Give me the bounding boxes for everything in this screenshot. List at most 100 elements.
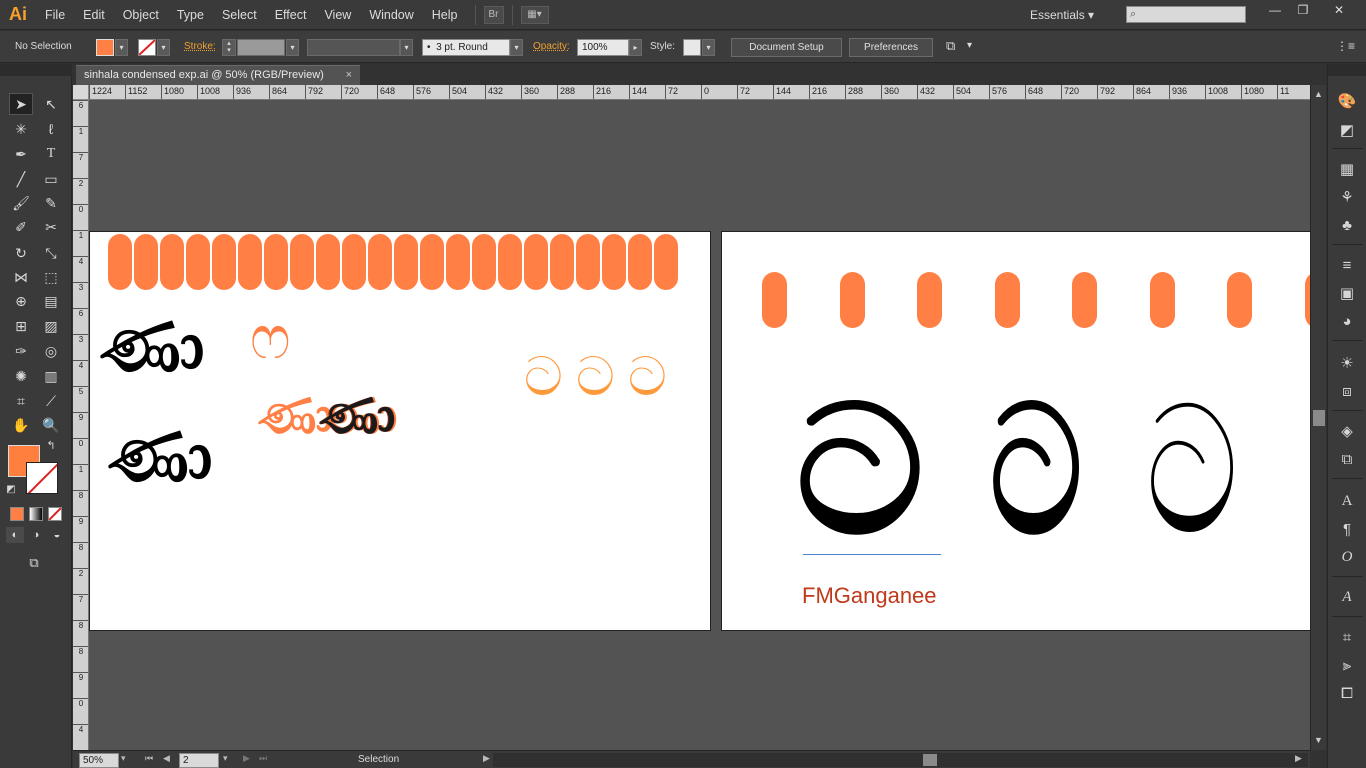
panel-menu-icon[interactable]: ⋮≡ <box>1336 39 1355 53</box>
line-tool-icon[interactable]: ╱ <box>9 168 33 190</box>
lasso-tool-icon[interactable]: ℓ <box>39 118 63 140</box>
paragraph-icon[interactable]: ¶ <box>1336 518 1358 540</box>
orange-pill-shape[interactable] <box>628 234 652 290</box>
sinhala-glyph-outline[interactable]: ෆ <box>250 308 291 368</box>
zoom-dropdown-icon[interactable]: ▾ <box>121 753 126 764</box>
orange-pill-shape[interactable] <box>576 234 600 290</box>
fill-color-swatch[interactable] <box>96 39 114 56</box>
artboards-icon[interactable]: ⧉ <box>1336 448 1358 470</box>
orange-pill-shape[interactable] <box>394 234 418 290</box>
orange-pill-shape[interactable] <box>316 234 340 290</box>
stroke-label[interactable]: Stroke: <box>184 41 216 52</box>
scroll-down-icon[interactable]: ▼ <box>1314 735 1323 745</box>
current-tool-status[interactable]: Selection <box>358 754 399 765</box>
magic-wand-tool-icon[interactable]: ✳ <box>9 118 33 140</box>
artboard-1[interactable]: ණා ණා ෆ ණා ණා ට ට ට <box>89 231 711 631</box>
orange-pill-shape[interactable] <box>1227 272 1252 328</box>
symbols-icon[interactable]: ♣ <box>1336 214 1358 236</box>
default-colors-icon[interactable]: ◩ <box>4 482 18 496</box>
free-transform-tool-icon[interactable]: ⬚ <box>39 266 63 288</box>
next-artboard-icon[interactable]: ▶ <box>243 753 250 764</box>
swatches-icon[interactable]: ▦ <box>1336 158 1358 180</box>
rectangle-tool-icon[interactable]: ▭ <box>39 168 63 190</box>
horizontal-ruler[interactable]: 1224 1152 1080 1008 936 864 792 720 648 576 504 432… <box>89 85 1310 100</box>
previous-artboard-icon[interactable]: ◀ <box>163 753 170 764</box>
menu-file[interactable]: File <box>36 0 74 30</box>
perspective-grid-tool-icon[interactable]: ▤ <box>39 290 63 312</box>
scroll-right-icon[interactable]: ▶ <box>1295 753 1302 764</box>
menu-type[interactable]: Type <box>168 0 213 30</box>
opacity-label[interactable]: Opacity: <box>533 41 570 52</box>
rotate-tool-icon[interactable]: ↻ <box>9 242 33 264</box>
gradient-mode-icon[interactable] <box>29 507 43 521</box>
sinhala-glyph[interactable]: ණා <box>108 420 213 492</box>
graphic-style-swatch[interactable] <box>683 39 701 56</box>
orange-pill-shape[interactable] <box>342 234 366 290</box>
document-tab[interactable]: sinhala condensed exp.ai @ 50% (RGB/Prev… <box>76 65 360 85</box>
menu-view[interactable]: View <box>315 0 360 30</box>
sinhala-glyph-light[interactable]: ට <box>1146 382 1238 560</box>
orange-pill-shape[interactable] <box>368 234 392 290</box>
blend-tool-icon[interactable]: ◎ <box>39 340 63 362</box>
orange-pill-shape[interactable] <box>762 272 787 328</box>
symbol-sprayer-tool-icon[interactable]: ✺ <box>9 365 33 387</box>
appearance-icon[interactable]: ☀ <box>1336 352 1358 374</box>
width-tool-icon[interactable]: ⋈ <box>9 266 33 288</box>
scroll-up-icon[interactable]: ▲ <box>1314 89 1323 99</box>
style-dropdown[interactable]: ▾ <box>702 39 715 56</box>
first-artboard-icon[interactable]: ⏮ <box>145 753 153 764</box>
graphic-styles-icon[interactable]: ⧈ <box>1336 380 1358 402</box>
menu-object[interactable]: Object <box>114 0 168 30</box>
vertical-scrollbar[interactable]: ▲ ▼ <box>1310 85 1326 750</box>
canvas[interactable]: ණා ණා ෆ ණා ණා ට ට ට ට ට ට FMGanganee <box>89 100 1310 750</box>
vertical-ruler[interactable]: 6 1 7 2 0 1 4 3 6 3 4 5 9 0 1 8 9 8 2 7 8 8 9 0 4 <box>73 100 89 750</box>
vertical-scroll-thumb[interactable] <box>1313 410 1325 426</box>
type-tool-icon[interactable]: T <box>39 143 63 165</box>
orange-pill-shape[interactable] <box>602 234 626 290</box>
glyphs-icon[interactable]: A <box>1336 586 1358 608</box>
sinhala-glyph[interactable]: ණා <box>100 310 205 382</box>
orange-pill-shape[interactable] <box>550 234 574 290</box>
stroke-weight-stepper[interactable]: ▴ ▾ <box>222 39 236 56</box>
artboard-tool-icon[interactable]: ⌗ <box>9 390 33 412</box>
draw-behind-icon[interactable]: ◑ <box>27 527 45 543</box>
stroke-color-swatch[interactable] <box>138 39 156 56</box>
document-setup-button[interactable]: Document Setup <box>731 38 842 57</box>
mesh-tool-icon[interactable]: ⊞ <box>9 315 33 337</box>
pathfinder-icon[interactable]: ⧠ <box>1336 682 1358 704</box>
orange-pill-shape[interactable] <box>839 272 865 328</box>
pencil-tool-icon[interactable]: ✎ <box>39 192 63 214</box>
panel-grip[interactable] <box>0 64 72 76</box>
shape-builder-tool-icon[interactable]: ⊕ <box>9 290 33 312</box>
profile-dropdown[interactable]: ▾ <box>400 39 413 56</box>
zoom-level-input[interactable]: 50% <box>79 753 119 768</box>
gradient-tool-icon[interactable]: ▨ <box>39 315 63 337</box>
menu-effect[interactable]: Effect <box>266 0 316 30</box>
screen-mode-icon[interactable]: ⧉ <box>22 552 46 574</box>
status-menu-icon[interactable]: ▶ <box>483 753 490 764</box>
minimize-button[interactable]: — <box>1262 2 1288 18</box>
sinhala-glyph-condensed[interactable]: ට <box>990 382 1082 560</box>
arrange-icon[interactable]: ⧉ <box>946 38 955 54</box>
color-panel-icon[interactable]: 🎨 <box>1336 90 1358 112</box>
orange-pill-shape[interactable] <box>1072 272 1097 328</box>
sinhala-glyph-row[interactable]: ට ට ට <box>524 350 667 404</box>
orange-pill-shape[interactable] <box>524 234 548 290</box>
orange-pill-shape[interactable] <box>446 234 470 290</box>
opacity-input[interactable]: 100% <box>577 39 629 56</box>
sinhala-glyph-bold[interactable]: ට <box>796 382 924 560</box>
orange-pill-shape[interactable] <box>160 234 184 290</box>
orange-pill-shape[interactable] <box>238 234 262 290</box>
menu-edit[interactable]: Edit <box>74 0 114 30</box>
brush-dropdown[interactable]: ▾ <box>510 39 523 56</box>
scale-tool-icon[interactable]: ⤡ <box>39 242 63 264</box>
stroke-dropdown[interactable]: ▾ <box>157 39 170 56</box>
artboard-dropdown-icon[interactable]: ▾ <box>223 753 228 764</box>
horizontal-scrollbar[interactable] <box>493 753 1308 767</box>
artboard-2[interactable]: ට ට ට FMGanganee <box>721 231 1310 631</box>
zoom-tool-icon[interactable]: 🔍 <box>39 414 63 436</box>
orange-pill-shape[interactable] <box>134 234 158 290</box>
menu-help[interactable]: Help <box>423 0 467 30</box>
none-mode-icon[interactable] <box>48 507 62 521</box>
brush-definition[interactable]: • 3 pt. Round <box>422 39 510 56</box>
